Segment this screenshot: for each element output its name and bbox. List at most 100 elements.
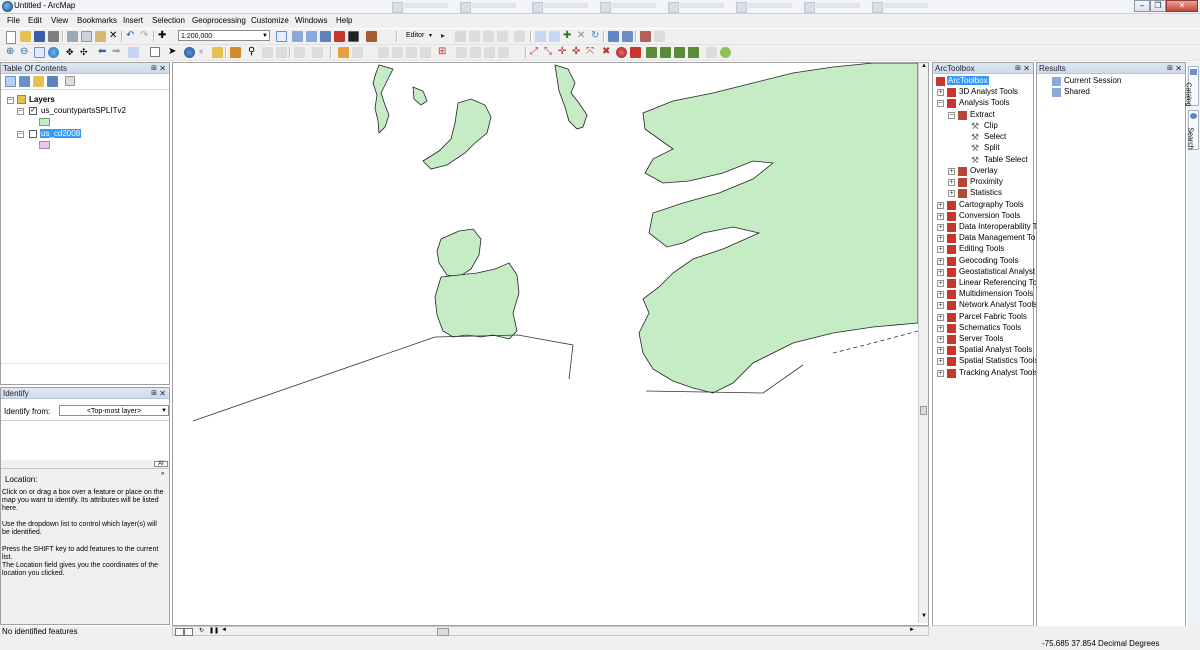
arctoolbox-icon[interactable] bbox=[334, 31, 345, 42]
reshape-icon[interactable] bbox=[549, 31, 560, 42]
identify-results-list[interactable] bbox=[1, 420, 169, 461]
expand-icon[interactable]: + bbox=[937, 302, 944, 309]
expand-icon[interactable]: + bbox=[937, 358, 944, 365]
layers-collapse-icon[interactable]: − bbox=[7, 97, 14, 104]
time-window-icon[interactable] bbox=[688, 47, 699, 58]
globe-icon[interactable] bbox=[720, 47, 731, 58]
toolset-statistics[interactable]: Statistics bbox=[970, 188, 1002, 197]
go-forward-icon[interactable]: ➡ bbox=[112, 47, 123, 58]
expand-icon[interactable]: + bbox=[937, 336, 944, 343]
find-icon[interactable]: ⚲ bbox=[248, 47, 259, 58]
scroll-thumb[interactable] bbox=[437, 628, 449, 636]
tool-analysis[interactable]: Analysis Tools bbox=[959, 98, 1010, 107]
menu-help[interactable]: Help bbox=[336, 16, 352, 25]
trace-icon[interactable] bbox=[497, 31, 508, 42]
catalog-tab[interactable]: Catalog bbox=[1185, 66, 1199, 107]
collapse-icon[interactable]: − bbox=[948, 112, 955, 119]
tool-editing[interactable]: Editing Tools bbox=[959, 244, 1004, 253]
menu-geoprocessing[interactable]: Geoprocessing bbox=[192, 16, 246, 25]
topology-icon[interactable] bbox=[456, 47, 467, 58]
scroll-left-icon[interactable]: ◄ bbox=[221, 627, 227, 633]
tool-tracking-analyst[interactable]: Tracking Analyst Tools bbox=[959, 368, 1038, 377]
menu-windows[interactable]: Windows bbox=[295, 16, 327, 25]
refresh-icon[interactable] bbox=[706, 47, 717, 58]
collapse-icon[interactable]: − bbox=[937, 100, 944, 107]
paste-icon[interactable] bbox=[95, 31, 106, 42]
identify-splitter[interactable] bbox=[1, 460, 169, 468]
maximize-button[interactable]: ❐ bbox=[1150, 0, 1166, 12]
network-window-icon[interactable] bbox=[660, 47, 671, 58]
layer-add-icon[interactable] bbox=[338, 47, 349, 58]
shared-edge-icon[interactable] bbox=[484, 47, 495, 58]
fixed-zoom-in-icon[interactable]: ✥ bbox=[66, 47, 77, 58]
tool-parcel-fabric[interactable]: Parcel Fabric Tools bbox=[959, 312, 1027, 321]
move-node-icon[interactable]: ✛ bbox=[558, 47, 569, 58]
pin-icon[interactable]: ⊞ bbox=[151, 388, 157, 399]
tool-table-select[interactable]: Table Select bbox=[984, 155, 1028, 164]
layer2-visibility-checkbox[interactable] bbox=[29, 130, 37, 138]
select-box-icon[interactable]: ⤢ bbox=[530, 47, 541, 58]
layer2-label[interactable]: us_cd2008 bbox=[40, 129, 82, 138]
expand-icon[interactable]: + bbox=[937, 269, 944, 276]
tool-cartography[interactable]: Cartography Tools bbox=[959, 200, 1024, 209]
map-vertical-scrollbar[interactable]: ▲ ▼ bbox=[918, 63, 928, 623]
snapping-icon[interactable]: ⊞ bbox=[438, 47, 449, 58]
zoom-out-icon[interactable]: ⊖ bbox=[20, 47, 31, 58]
identify-icon[interactable] bbox=[184, 47, 195, 58]
tool-conversion[interactable]: Conversion Tools bbox=[959, 211, 1020, 220]
create-features-icon[interactable] bbox=[640, 31, 651, 42]
sketch-properties-icon[interactable] bbox=[622, 31, 633, 42]
directions-icon[interactable] bbox=[646, 47, 657, 58]
editor-menu-label[interactable]: Editor bbox=[406, 32, 424, 39]
tool-spatial-statistics[interactable]: Spatial Statistics Tools bbox=[959, 356, 1038, 365]
layer1-label[interactable]: us_countypartsSPLITv2 bbox=[41, 106, 126, 115]
expand-icon[interactable]: + bbox=[937, 325, 944, 332]
pan-icon[interactable] bbox=[34, 47, 45, 58]
list-by-selection-icon[interactable] bbox=[47, 76, 58, 87]
fixed-zoom-out-icon[interactable]: ✣ bbox=[80, 47, 91, 58]
catalog-window-icon[interactable] bbox=[306, 31, 317, 42]
search-window-icon[interactable] bbox=[320, 31, 331, 42]
layer1-visibility-checkbox[interactable]: ✓ bbox=[29, 107, 37, 115]
swipe-icon[interactable] bbox=[392, 47, 403, 58]
add-data-icon[interactable]: ✚ bbox=[158, 31, 169, 42]
expand-icon[interactable]: + bbox=[937, 246, 944, 253]
expand-icon[interactable]: + bbox=[937, 258, 944, 265]
menu-customize[interactable]: Customize bbox=[251, 16, 289, 25]
edit-tool-icon[interactable]: ▸ bbox=[441, 31, 452, 42]
find-route-icon[interactable] bbox=[262, 47, 273, 58]
expand-icon[interactable]: + bbox=[948, 179, 955, 186]
model-builder-icon[interactable] bbox=[366, 31, 377, 42]
menu-selection[interactable]: Selection bbox=[152, 16, 185, 25]
toolset-proximity[interactable]: Proximity bbox=[970, 177, 1003, 186]
editor-options-icon[interactable] bbox=[654, 31, 665, 42]
split-tool-icon[interactable]: ✕ bbox=[577, 31, 588, 42]
tool-select[interactable]: Select bbox=[984, 132, 1006, 141]
scroll-right-icon[interactable]: ► bbox=[909, 627, 915, 633]
transparency-icon[interactable] bbox=[420, 47, 431, 58]
expand-icon[interactable]: » bbox=[161, 471, 164, 477]
tool-data-management[interactable]: Data Management To bbox=[959, 233, 1035, 242]
layer2-symbol[interactable] bbox=[39, 141, 50, 149]
close-icon[interactable]: ✕ bbox=[1175, 63, 1182, 74]
arctoolbox-root-label[interactable]: ArcToolbox bbox=[947, 76, 989, 85]
zoom-in-icon[interactable]: ⊕ bbox=[6, 47, 17, 58]
clear-selection-icon[interactable] bbox=[150, 47, 160, 57]
search-tab[interactable]: Search bbox=[1187, 110, 1199, 150]
go-to-xy-icon[interactable] bbox=[276, 47, 287, 58]
menu-view[interactable]: View bbox=[51, 16, 68, 25]
map-canvas[interactable] bbox=[173, 63, 918, 623]
expand-icon[interactable]: + bbox=[937, 347, 944, 354]
full-extent-icon[interactable] bbox=[48, 47, 59, 58]
layout-view-icon[interactable] bbox=[184, 628, 193, 636]
python-window-icon[interactable] bbox=[348, 31, 359, 42]
straight-segment-icon[interactable] bbox=[469, 31, 480, 42]
scroll-down-icon[interactable]: ▼ bbox=[921, 613, 927, 619]
hyperlink-icon[interactable]: ⚡ bbox=[198, 47, 209, 58]
time-slider-icon[interactable] bbox=[294, 47, 305, 58]
georeference-icon[interactable] bbox=[352, 47, 363, 58]
expand-icon[interactable]: + bbox=[937, 314, 944, 321]
expand-icon[interactable]: + bbox=[937, 280, 944, 287]
toolset-overlay[interactable]: Overlay bbox=[970, 166, 998, 175]
list-by-source-icon[interactable] bbox=[19, 76, 30, 87]
